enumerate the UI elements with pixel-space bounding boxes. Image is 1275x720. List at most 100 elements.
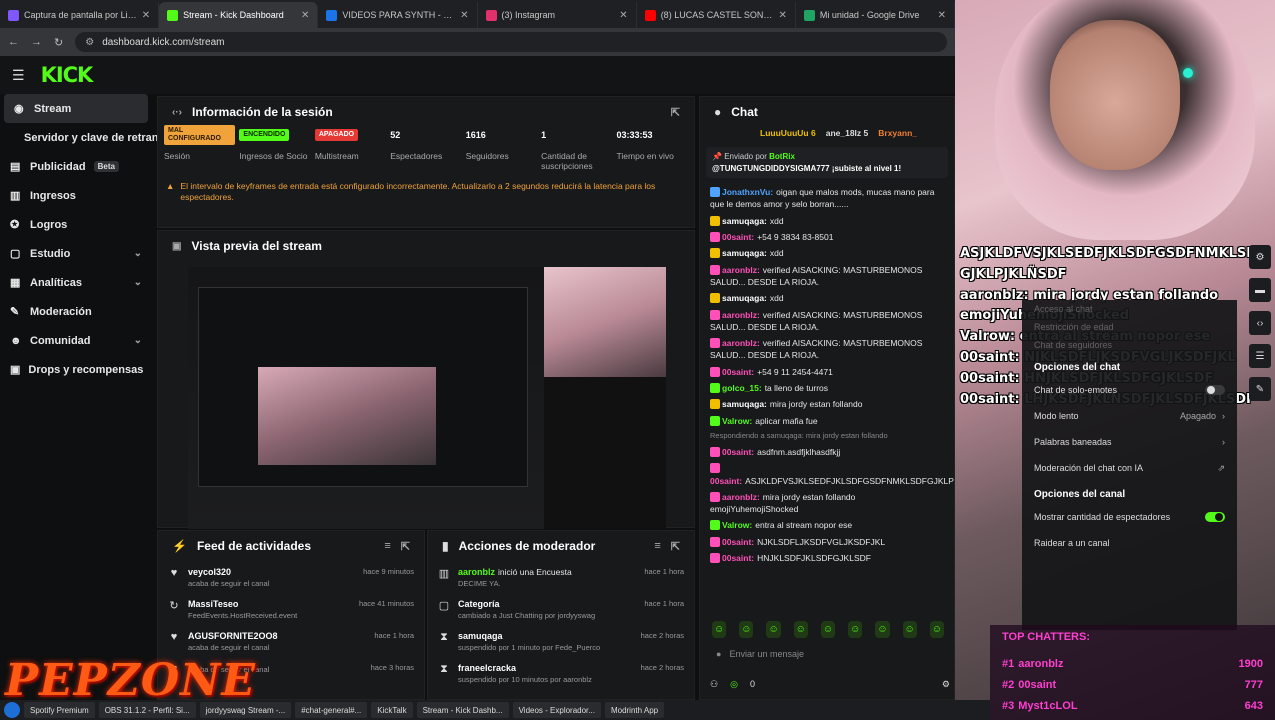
sidebar-item[interactable]: ▣ Drops y recompensas — [0, 355, 152, 384]
mod-filter-icon[interactable]: ≡ — [654, 540, 660, 552]
windows-start-icon[interactable] — [4, 702, 20, 718]
mod-user[interactable]: franeelcracka — [458, 663, 516, 673]
session-panel: ‹·› Información de la sesión ⇱ MAL CONFI… — [157, 96, 695, 228]
chat-icon[interactable]: ▬ — [1249, 278, 1271, 302]
chat-username[interactable]: aaronblz: — [722, 265, 760, 275]
site-info-icon[interactable]: ⚙ — [85, 37, 94, 48]
chat-username[interactable]: samuqaga: — [722, 399, 767, 409]
emote-icon[interactable]: ☺ — [875, 621, 890, 638]
browser-tab[interactable]: VIDEOS PARA SYNTH - Google ✕ — [318, 2, 478, 28]
sidebar-item[interactable]: ◉ Stream — [4, 94, 148, 123]
kick-logo[interactable]: KICK — [41, 63, 94, 87]
mod-user[interactable]: aaronblz — [458, 567, 495, 577]
emote-icon[interactable]: ☺ — [902, 621, 917, 638]
sidebar-item[interactable]: ✎ Moderación — [0, 297, 152, 326]
top-gifter[interactable]: ane_18lz 5 — [826, 128, 869, 138]
browser-tab[interactable]: Stream - Kick Dashboard ✕ — [159, 2, 319, 28]
chat-input[interactable]: ● Enviar un mensaje — [710, 643, 946, 665]
raid-row[interactable]: Raidear a un canal — [1022, 530, 1237, 556]
feed-user[interactable]: AGUSFORNITE2OO8 — [188, 631, 278, 641]
close-icon[interactable]: ✕ — [460, 10, 468, 21]
taskbar-app[interactable]: KickTalk — [371, 702, 413, 718]
sidebar-item[interactable]: ▦ Analíticas ⌄ — [0, 268, 152, 297]
list-icon[interactable]: ☰ — [1249, 344, 1271, 368]
mod-popout-icon[interactable]: ⇱ — [671, 540, 680, 553]
feed-popout-icon[interactable]: ⇱ — [401, 540, 410, 553]
browser-tab[interactable]: Captura de pantalla por Lightsh ✕ — [0, 2, 160, 28]
code-icon[interactable]: ‹› — [1249, 311, 1271, 335]
mod-user[interactable]: Categoría — [458, 599, 500, 609]
sidebar-item[interactable]: ✪ Logros — [0, 210, 152, 239]
preview-title: Vista previa del stream — [191, 239, 322, 253]
gear-icon[interactable]: ⚙ — [1249, 245, 1271, 269]
emote-icon[interactable]: ☺ — [793, 621, 808, 638]
browser-tab[interactable]: Mi unidad - Google Drive ✕ — [796, 2, 956, 28]
chat-username[interactable]: 00saint: — [722, 553, 754, 563]
chat-username[interactable]: aaronblz: — [722, 310, 760, 320]
chat-username[interactable]: samuqaga: — [722, 248, 767, 258]
chat-username[interactable]: samuqaga: — [722, 216, 767, 226]
emote-only-row[interactable]: Chat de solo-emotes — [1022, 377, 1237, 403]
reload-icon[interactable]: ↻ — [54, 36, 63, 49]
chat-username[interactable]: JonathxnVu: — [722, 187, 773, 197]
taskbar-app[interactable]: #chat-general#... — [295, 702, 368, 718]
browser-tab[interactable]: (8) LUCAS CASTEL SONG - You ✕ — [637, 2, 796, 28]
taskbar-app[interactable]: OBS 31.1.2 - Perfil: Si... — [98, 702, 196, 718]
sidebar-item[interactable]: ▤ Publicidad Beta — [0, 152, 152, 181]
chat-username[interactable]: Valrow: — [722, 416, 752, 426]
chat-username[interactable]: 00saint: — [722, 367, 754, 377]
banned-words-row[interactable]: Palabras baneadas › — [1022, 429, 1237, 455]
chat-username[interactable]: golco_15: — [722, 383, 762, 393]
show-viewers-toggle[interactable] — [1205, 512, 1225, 522]
chat-message: samuqaga: mira jordy estan follando — [700, 396, 954, 412]
top-gifter[interactable]: LuuuUuuUu 6 — [760, 128, 816, 138]
show-viewers-row[interactable]: Mostrar cantidad de espectadores — [1022, 504, 1237, 530]
slow-mode-row[interactable]: Modo lento Apagado › — [1022, 403, 1237, 429]
points-icon[interactable]: ⚇ — [710, 679, 718, 690]
taskbar-app[interactable]: jordyyswag Stream -... — [199, 702, 292, 718]
url-field[interactable]: ⚙ dashboard.kick.com/stream — [75, 32, 947, 52]
close-icon[interactable]: ✕ — [142, 10, 150, 21]
wrench-icon[interactable]: ✎ — [1249, 377, 1271, 401]
emote-only-toggle[interactable] — [1205, 385, 1225, 395]
sidebar-item[interactable]: Servidor y clave de retransmisión — [0, 123, 200, 152]
chat-username[interactable]: 00saint: — [722, 232, 754, 242]
top-gifter[interactable]: Brxyann_ — [878, 128, 917, 138]
ai-moderation-row[interactable]: Moderación del chat con IA ⇗ — [1022, 455, 1237, 481]
settings-icon[interactable]: ⚙ — [942, 679, 950, 690]
taskbar-app[interactable]: Stream - Kick Dashb... — [416, 702, 509, 718]
taskbar-app[interactable]: Videos - Explorador... — [512, 702, 601, 718]
emote-icon[interactable]: ☺ — [766, 621, 781, 638]
emote-icon[interactable]: ☺ — [820, 621, 836, 638]
close-icon[interactable]: ✕ — [938, 10, 946, 21]
back-icon[interactable]: ← — [8, 36, 19, 48]
close-icon[interactable]: ✕ — [301, 10, 309, 21]
chat-username[interactable]: 00saint: — [722, 447, 754, 457]
taskbar-app[interactable]: Modrinth App — [604, 702, 665, 718]
close-icon[interactable]: ✕ — [619, 10, 627, 21]
feed-user[interactable]: MassiTeseo — [188, 599, 297, 609]
taskbar-app[interactable]: Spotify Premium — [24, 702, 95, 718]
chat-username[interactable]: samuqaga: — [722, 293, 767, 303]
chat-username[interactable]: Valrow: — [722, 520, 752, 530]
emote-icon[interactable]: ☺ — [929, 621, 944, 638]
close-icon[interactable]: ✕ — [778, 10, 786, 21]
sidebar-item[interactable]: ☻ Comunidad ⌄ — [0, 326, 152, 355]
menu-icon[interactable]: ☰ — [12, 67, 25, 84]
popout-icon[interactable]: ⇱ — [671, 106, 680, 119]
emote-icon[interactable]: ☺ — [739, 621, 754, 638]
chat-username[interactable]: aaronblz: — [722, 338, 760, 348]
stream-preview[interactable] — [188, 267, 666, 529]
sidebar-item[interactable]: ▥ Ingresos — [0, 181, 152, 210]
sidebar-item[interactable]: ▢ Estudio ⌄ — [0, 239, 152, 268]
browser-tab[interactable]: (3) Instagram ✕ — [478, 2, 637, 28]
mod-user[interactable]: samuqaga — [458, 631, 503, 641]
emote-icon[interactable]: ☺ — [712, 621, 727, 638]
chat-username[interactable]: aaronblz: — [722, 492, 760, 502]
feed-user[interactable]: veycol320 — [188, 567, 269, 577]
chat-username[interactable]: 00saint: — [722, 537, 754, 547]
emote-icon[interactable]: ☺ — [848, 621, 863, 638]
chat-username[interactable]: 00saint: — [710, 476, 742, 486]
filter-icon[interactable]: ≡ — [384, 540, 390, 552]
forward-icon[interactable]: → — [31, 36, 42, 48]
